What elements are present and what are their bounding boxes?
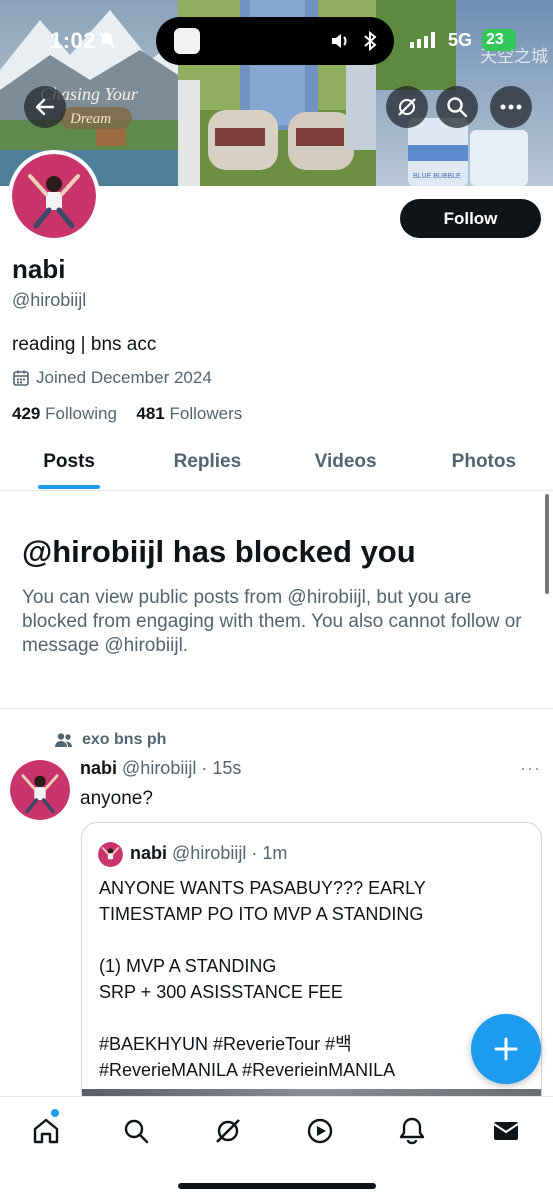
battery-indicator: 23 bbox=[482, 29, 516, 51]
nav-notifications[interactable] bbox=[392, 1111, 432, 1151]
grok-button[interactable] bbox=[386, 86, 428, 128]
messages-icon bbox=[493, 1122, 519, 1140]
followers-count: 481 bbox=[136, 404, 165, 423]
post-meta: @hirobiijl · 15s bbox=[122, 758, 242, 778]
profile-joined-date: Joined December 2024 bbox=[12, 368, 212, 388]
compose-post-button[interactable] bbox=[471, 1014, 541, 1084]
calendar-icon bbox=[13, 370, 29, 386]
home-icon bbox=[33, 1118, 59, 1144]
profile-bio: reading | bns acc bbox=[12, 334, 157, 355]
blocked-notice-title: @hirobiijl has blocked you bbox=[22, 534, 416, 569]
bell-slash-icon bbox=[98, 31, 116, 49]
notifications-icon bbox=[399, 1117, 425, 1145]
status-bar: 1:02 5G 23 bbox=[0, 0, 553, 84]
quoted-post[interactable]: nabi @hirobiijl · 1m ANYONE WANTS PASABU… bbox=[81, 822, 542, 1122]
nav-messages[interactable] bbox=[486, 1111, 526, 1151]
back-button[interactable] bbox=[24, 86, 66, 128]
section-divider bbox=[0, 708, 553, 709]
profile-banner[interactable]: BLUE BUBBLE Chasing Your Dream 天空之城 1:02… bbox=[0, 0, 553, 186]
post-text: anyone? bbox=[80, 788, 153, 809]
following-count: 429 bbox=[12, 404, 41, 423]
home-indicator[interactable] bbox=[178, 1183, 376, 1189]
community-label[interactable]: exo bns ph bbox=[54, 731, 166, 749]
followers-label: Followers bbox=[169, 404, 243, 423]
search-icon bbox=[124, 1119, 149, 1144]
search-icon bbox=[447, 97, 468, 118]
tab-posts[interactable]: Posts bbox=[0, 436, 138, 490]
banner-right-label: BLUE BUBBLE bbox=[413, 173, 461, 180]
status-time: 1:02 bbox=[50, 28, 97, 53]
back-arrow-icon bbox=[35, 98, 55, 116]
grok-icon bbox=[216, 1119, 240, 1143]
quoted-author-avatar bbox=[98, 842, 123, 867]
post-more-button[interactable]: ··· bbox=[520, 758, 541, 779]
joined-text: Joined December 2024 bbox=[36, 368, 212, 387]
community-name: exo bns ph bbox=[82, 731, 167, 748]
followers-link[interactable]: 481 Followers bbox=[136, 404, 242, 423]
tab-replies[interactable]: Replies bbox=[138, 436, 276, 490]
plus-icon bbox=[494, 1037, 518, 1061]
video-icon bbox=[307, 1118, 333, 1144]
community-icon bbox=[55, 733, 72, 747]
tab-videos[interactable]: Videos bbox=[277, 436, 415, 490]
live-activity-app-icon bbox=[174, 28, 200, 54]
nav-video[interactable] bbox=[300, 1111, 340, 1151]
post-author-name[interactable]: nabi bbox=[80, 758, 117, 778]
more-options-button[interactable] bbox=[490, 86, 532, 128]
banner-left-text-bottom: Dream bbox=[69, 111, 111, 127]
profile-stats: 429 Following 481 Followers bbox=[12, 404, 242, 424]
network-type: 5G bbox=[448, 30, 473, 50]
post-header: nabi @hirobiijl · 15s bbox=[80, 758, 241, 779]
search-button[interactable] bbox=[436, 86, 478, 128]
quoted-post-text: ANYONE WANTS PASABUY??? EARLY TIMESTAMP … bbox=[99, 878, 426, 1080]
home-unread-dot bbox=[51, 1109, 59, 1117]
quoted-post-header: nabi @hirobiijl · 1m bbox=[130, 843, 287, 864]
grok-icon bbox=[398, 98, 416, 116]
quoted-author-name: nabi bbox=[130, 843, 168, 863]
dynamic-island[interactable] bbox=[156, 17, 394, 65]
profile-tabs: Posts Replies Videos Photos bbox=[0, 436, 553, 491]
nav-search[interactable] bbox=[116, 1111, 156, 1151]
quoted-post-meta: @hirobiijl · 1m bbox=[172, 843, 288, 863]
post-author-avatar[interactable] bbox=[10, 760, 70, 820]
profile-handle: @hirobiijl bbox=[12, 290, 87, 310]
nav-home[interactable] bbox=[26, 1111, 66, 1151]
more-icon bbox=[500, 104, 522, 110]
tab-photos[interactable]: Photos bbox=[415, 436, 553, 490]
following-link[interactable]: 429 Following bbox=[12, 404, 117, 423]
following-label: Following bbox=[45, 404, 117, 423]
profile-avatar[interactable] bbox=[8, 150, 100, 242]
follow-button[interactable]: Follow bbox=[400, 199, 541, 238]
profile-display-name: nabi bbox=[12, 254, 66, 284]
scrollbar[interactable] bbox=[545, 494, 549, 594]
speaker-icon bbox=[330, 31, 350, 51]
nav-grok[interactable] bbox=[208, 1111, 248, 1151]
cellular-signal-icon bbox=[410, 32, 438, 48]
bluetooth-icon bbox=[362, 30, 378, 52]
blocked-notice-body: You can view public posts from @hirobiij… bbox=[22, 587, 522, 656]
